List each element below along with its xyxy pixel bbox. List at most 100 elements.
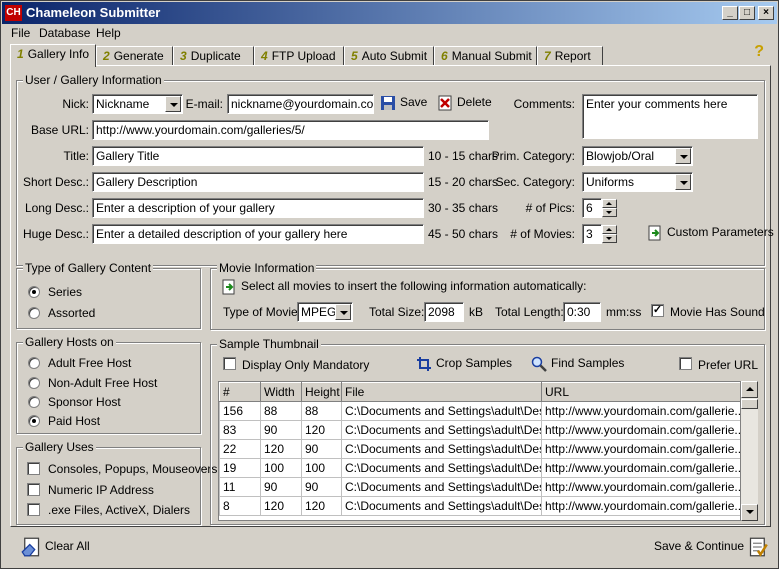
chevron-down-icon[interactable] <box>675 148 691 164</box>
column-header[interactable]: # <box>219 382 261 402</box>
short-desc-field[interactable]: Gallery Description <box>92 172 424 192</box>
comments-field[interactable]: Enter your comments here <box>582 94 758 139</box>
numeric-ip-checkbox[interactable] <box>27 483 40 496</box>
series-radio[interactable] <box>28 286 40 298</box>
tab-strip: 1 Gallery Info 2 Generate 3 Duplicate 4 FTP … <box>10 44 770 67</box>
group-legend: Type of Gallery Content <box>23 261 154 275</box>
movie-type-select[interactable]: MPEG <box>297 302 353 322</box>
display-mandatory-checkbox[interactable] <box>223 357 236 370</box>
table-row[interactable]: 19 100 100 C:\Documents and Settings\adult\… <box>219 458 740 478</box>
maximize-button[interactable]: □ <box>739 6 755 20</box>
select-all-movies-button[interactable]: Select all movies to insert the followin… <box>221 279 587 295</box>
spin-up-icon[interactable] <box>602 225 617 234</box>
custom-parameters-button[interactable]: Custom Parameters <box>647 225 774 241</box>
chevron-down-icon[interactable] <box>675 174 691 190</box>
adult-free-host-radio[interactable] <box>28 357 40 369</box>
find-samples-button[interactable]: Find Samples <box>531 356 624 372</box>
non-adult-free-host-radio[interactable] <box>28 377 40 389</box>
total-size-field[interactable]: 2098 <box>424 302 464 322</box>
sponsor-host-radio[interactable] <box>28 396 40 408</box>
save-continue-button[interactable]: Save & Continue <box>654 537 768 557</box>
menu-file[interactable]: File <box>11 26 30 40</box>
tab-report[interactable]: 7 Report <box>537 46 603 66</box>
menu-help[interactable]: Help <box>96 26 121 40</box>
table-row[interactable]: 11 90 90 C:\Documents and Settings\adult\De… <box>219 477 740 497</box>
tab-gallery-info[interactable]: 1 Gallery Info <box>10 44 96 67</box>
close-button[interactable]: × <box>758 6 774 20</box>
sponsor-host-label: Sponsor Host <box>48 395 121 409</box>
paid-host-radio[interactable] <box>28 415 40 427</box>
column-header[interactable]: Width <box>260 382 302 402</box>
tab-label: FTP Upload <box>271 49 336 63</box>
exe-files-checkbox[interactable] <box>27 503 40 516</box>
movies-field[interactable]: 3 <box>582 224 602 244</box>
group-legend: Sample Thumbnail <box>217 337 321 351</box>
column-header[interactable]: Height <box>301 382 342 402</box>
spin-down-icon[interactable] <box>602 208 617 217</box>
cell-id: 8 <box>219 496 261 516</box>
table-row[interactable]: 156 88 88 C:\Documents and Settings\adult\D… <box>219 401 740 421</box>
tab-duplicate[interactable]: 3 Duplicate <box>173 46 254 66</box>
sec-category-label: Sec. Category: <box>495 175 575 189</box>
column-header[interactable]: File <box>341 382 542 402</box>
exe-files-label: .exe Files, ActiveX, Dialers <box>48 503 191 517</box>
chevron-down-icon[interactable] <box>165 96 181 112</box>
chevron-down-icon[interactable] <box>335 304 351 320</box>
table-scrollbar[interactable] <box>741 381 758 521</box>
column-header[interactable]: URL <box>541 382 740 402</box>
spin-up-icon[interactable] <box>602 199 617 208</box>
size-unit: kB <box>469 305 484 319</box>
table-row[interactable]: 22 120 90 C:\Documents and Settings\adult\D… <box>219 439 740 459</box>
clear-all-button[interactable]: Clear All <box>21 537 90 557</box>
tab-label: Gallery Info <box>27 47 90 61</box>
non-adult-free-host-label: Non-Adult Free Host <box>48 376 158 390</box>
custom-parameters-label: Custom Parameters <box>667 225 774 240</box>
base-url-field[interactable]: http://www.yourdomain.com/galleries/5/ <box>92 120 489 140</box>
sec-category-select[interactable]: Uniforms <box>582 172 693 192</box>
delete-button[interactable]: Delete <box>437 95 492 111</box>
table-row[interactable]: 8 120 120 C:\Documents and Settings\adult\D… <box>219 496 740 516</box>
scroll-down-icon[interactable] <box>741 504 758 521</box>
menu-bar: File Database Help <box>2 24 777 42</box>
minimize-button[interactable]: _ <box>722 6 738 20</box>
total-length-field[interactable]: 0:30 <box>563 302 601 322</box>
nick-select[interactable]: Nickname <box>92 94 183 114</box>
prim-category-select[interactable]: Blowjob/Oral <box>582 146 693 166</box>
spin-down-icon[interactable] <box>602 234 617 243</box>
tab-manual-submit[interactable]: 6 Manual Submit <box>434 46 537 66</box>
cell-file: C:\Documents and Settings\adult\Des... <box>341 496 542 516</box>
cell-width: 88 <box>260 401 302 421</box>
scroll-thumb[interactable] <box>741 399 758 409</box>
movies-label: # of Movies: <box>510 227 575 241</box>
movie-sound-checkbox[interactable]: ✓ <box>651 304 664 317</box>
find-samples-label: Find Samples <box>551 356 625 371</box>
table-row[interactable]: 83 90 120 C:\Documents and Settings\adult\D… <box>219 420 740 440</box>
tab-auto-submit[interactable]: 5 Auto Submit <box>344 46 434 66</box>
huge-desc-label: Huge Desc.: <box>22 227 89 241</box>
title-field[interactable]: Gallery Title <box>92 146 424 166</box>
prefer-url-checkbox[interactable] <box>679 357 692 370</box>
group-legend: Gallery Uses <box>23 440 96 454</box>
tab-ftp-upload[interactable]: 4 FTP Upload <box>254 46 344 66</box>
thumbnail-table: # Width Height File URL 156 88 88 C:\Docume… <box>219 382 740 516</box>
email-field[interactable]: nickname@yourdomain.com <box>227 94 374 114</box>
huge-desc-field[interactable]: Enter a detailed description of your gal… <box>92 224 424 244</box>
long-desc-label: Long Desc.: <box>24 201 89 215</box>
cell-url: http://www.yourdomain.com/gallerie... <box>541 458 740 478</box>
pics-field[interactable]: 6 <box>582 198 602 218</box>
assorted-radio[interactable] <box>28 307 40 319</box>
nick-value: Nickname <box>96 97 150 111</box>
consoles-checkbox[interactable] <box>27 462 40 475</box>
menu-database[interactable]: Database <box>39 26 90 40</box>
help-icon[interactable]: ? <box>754 43 764 61</box>
long-desc-field[interactable]: Enter a description of your gallery <box>92 198 424 218</box>
scroll-up-icon[interactable] <box>741 381 758 398</box>
tab-label: Auto Submit <box>361 49 428 63</box>
crop-samples-button[interactable]: Crop Samples <box>416 356 512 372</box>
tab-generate[interactable]: 2 Generate <box>96 46 173 66</box>
cell-url: http://www.yourdomain.com/gallerie... <box>541 401 740 421</box>
save-button[interactable]: Save <box>380 95 427 111</box>
movies-spinner[interactable] <box>602 225 618 243</box>
pics-spinner[interactable] <box>602 199 618 217</box>
clear-all-label: Clear All <box>45 539 90 554</box>
